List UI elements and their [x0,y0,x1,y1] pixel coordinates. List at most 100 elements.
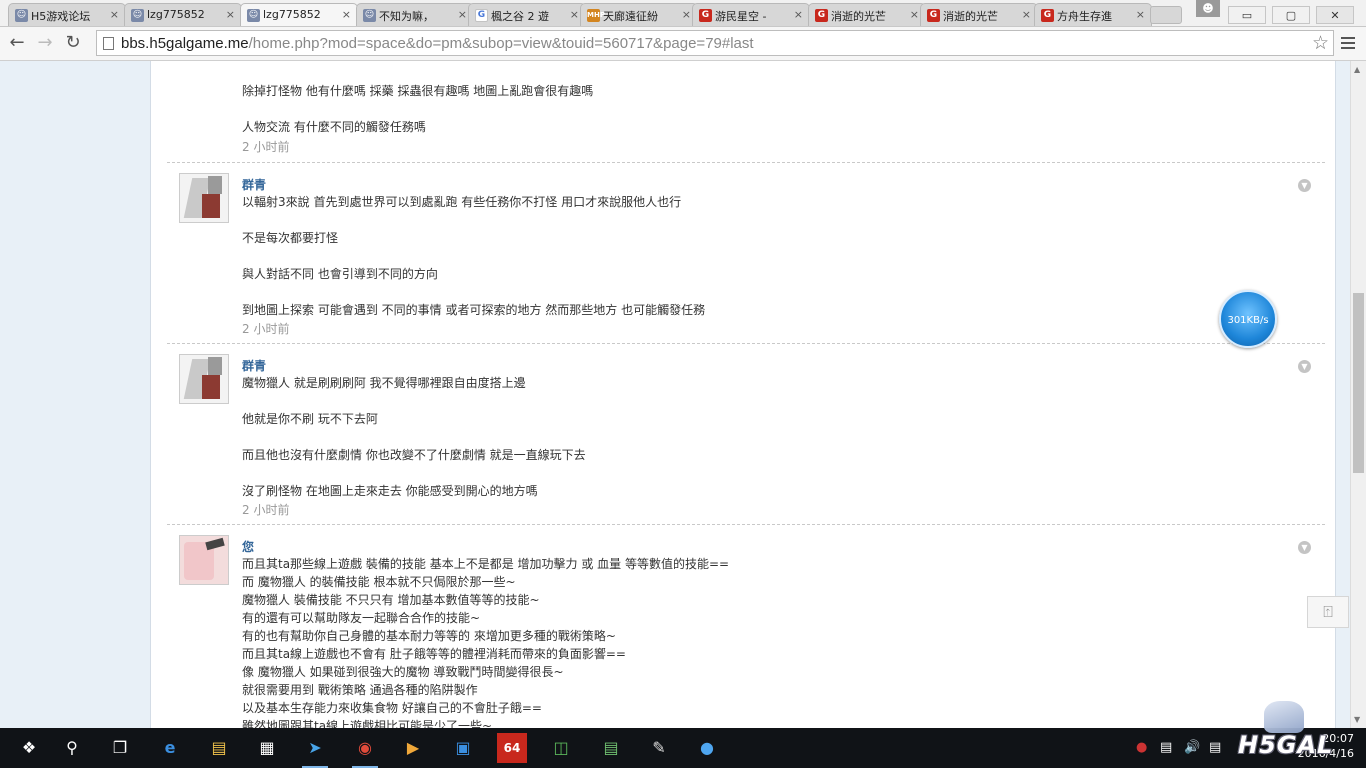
forward-arrow-icon[interactable]: → [34,33,56,53]
app-icon[interactable]: ● [692,733,722,763]
scroll-down-icon[interactable]: ▼ [1354,715,1360,724]
tab-title: 楓之谷 2 遊 [491,10,549,23]
close-icon[interactable]: × [110,8,119,21]
avatar[interactable] [179,354,229,404]
tab-title: H5游戏论坛 [31,10,91,23]
browser-tab-strip: ☺ H5游戏论坛 × ☺ lzg775852 × ☺ lzg775852 × ☺ 不知为嘛， × G 楓之… [0,0,1366,27]
message-author[interactable]: 您 [242,538,254,555]
browser-tab[interactable]: G 消逝的光芒 × [808,3,926,26]
close-icon[interactable]: × [1136,8,1145,21]
close-icon[interactable]: × [1022,8,1031,21]
chevron-down-icon[interactable]: ▼ [1298,179,1311,192]
scroll-up-icon[interactable]: ▲ [1354,65,1360,74]
profile-icon[interactable]: ☻ [1196,0,1220,17]
browser-tab[interactable]: G 游民星空 - × [692,3,810,26]
app-icon[interactable]: ▣ [448,733,478,763]
avatar[interactable] [179,535,229,585]
google-icon: G [475,9,488,22]
file-explorer-icon[interactable]: ▤ [204,733,234,763]
gamersky-icon: G [699,9,712,22]
message-item: 您 ▼ 而且其ta那些線上遊戲 裝備的技能 基本上不是都是 增加功擊力 或 血量… [167,524,1325,728]
scrollbar-thumb[interactable] [1353,293,1364,473]
close-icon[interactable]: × [342,8,351,21]
browser-tab[interactable]: ☺ H5游戏论坛 × [8,3,126,26]
url-path: /home.php?mod=space&do=pm&subop=view&tou… [248,35,754,52]
search-icon[interactable]: ⚲ [57,733,87,763]
gamersky-icon: G [1041,9,1054,22]
restore-button[interactable]: ▢ [1272,6,1310,24]
message-line [242,100,1242,118]
tab-title: 消逝的光芒 [943,10,998,23]
message-time: 2 小时前 [242,140,290,154]
reload-icon[interactable]: ↻ [62,33,84,53]
message-line [242,211,1242,229]
message-line [242,247,1242,265]
avatar-icon: ☺ [15,9,28,22]
media-player-icon[interactable]: ▶ [398,733,428,763]
message-line [242,392,1242,410]
volume-icon[interactable]: 🔊 [1184,740,1200,755]
browser-toolbar: ← → ↻ bbs.h5galgame.me/home.php?mod=spac… [0,27,1366,61]
store-icon[interactable]: ▦ [252,733,282,763]
image-app-icon[interactable]: ▤ [596,733,626,763]
chrome-menu-icon[interactable] [1340,34,1356,52]
chrome-icon[interactable]: ◉ [350,733,380,768]
mascot-image [1264,701,1304,733]
minimize-button[interactable]: ▭ [1228,6,1266,24]
books-icon[interactable]: ◫ [546,733,576,763]
back-to-top-button[interactable]: ⍐ [1307,596,1349,628]
browser-tab[interactable]: MHP 天廊遠征紛 × [580,3,698,26]
task-view-icon[interactable]: ❐ [105,733,135,763]
close-icon[interactable]: × [458,8,467,21]
message-line: 到地圖上探索 可能會遇到 不同的事情 或者可探索的地方 然而那些地方 也可能觸發… [242,303,706,317]
close-icon[interactable]: × [682,8,691,21]
message-line: 有的還有可以幫助隊友一起聯合合作的技能~ [242,611,481,625]
gamersky-icon: G [815,9,828,22]
bookmark-star-icon[interactable]: ☆ [1312,32,1329,54]
mhp-icon: MHP [587,9,605,22]
avatar[interactable] [179,173,229,223]
message-body: 以輻射3來說 首先到處世界可以到處亂跑 有些任務你不打怪 用口才來說服他人也行 … [242,193,1242,319]
browser-tab[interactable]: G 楓之谷 2 遊 × [468,3,586,26]
browser-tab[interactable]: G 方舟生存進 × [1034,3,1152,26]
avatar-icon: ☺ [131,9,144,22]
start-windows-icon[interactable]: ❖ [14,733,44,763]
message-line: 不是每次都要打怪 [242,231,339,245]
message-author[interactable]: 群青 [242,176,266,193]
address-bar[interactable]: bbs.h5galgame.me/home.php?mod=space&do=p… [96,30,1334,56]
close-icon[interactable]: × [570,8,579,21]
back-arrow-icon[interactable]: ← [6,33,28,53]
network-speed-widget[interactable]: 301KB/s [1219,290,1277,348]
new-tab-button[interactable] [1150,6,1182,24]
message-line: 而且他也沒有什麼劇情 你也改變不了什麼劇情 就是一直線玩下去 [242,448,586,462]
tab-title: 消逝的光芒 [831,10,886,23]
app-icon[interactable]: ➤ [300,733,330,768]
tab-title: lzg775852 [147,8,205,21]
chevron-down-icon[interactable]: ▼ [1298,360,1311,373]
message-author[interactable]: 群青 [242,357,266,374]
close-icon[interactable]: × [910,8,919,21]
tray-app-icon[interactable]: ● [1136,740,1147,755]
tab-title: 天廊遠征紛 [603,10,658,23]
network-icon[interactable]: ▤ [1160,740,1172,755]
tab-title: 游民星空 - [715,10,767,23]
close-icon[interactable]: × [794,8,803,21]
browser-tab[interactable]: ☺ lzg775852 × [240,3,358,26]
editor-icon[interactable]: ✎ [644,733,674,763]
page-scrollbar[interactable]: ▲ ▼ [1350,61,1366,728]
url-host: bbs.h5galgame.me [121,35,249,52]
notifications-icon[interactable]: ▤ [1209,740,1221,755]
message-line: 以輻射3來說 首先到處世界可以到處亂跑 有些任務你不打怪 用口才來說服他人也行 [242,195,682,209]
message-body: 除掉打怪物 他有什麼嗎 採藥 採蟲很有趣嗎 地圖上亂跑會很有趣嗎 人物交流 有什… [242,82,1242,136]
app-64-icon[interactable]: 64 [497,733,527,763]
close-icon[interactable]: × [226,8,235,21]
chevron-down-icon[interactable]: ▼ [1298,541,1311,554]
browser-tab[interactable]: G 消逝的光芒 × [920,3,1038,26]
message-time: 2 小时前 [242,503,290,517]
message-line: 而且其ta那些線上遊戲 裝備的技能 基本上不是都是 增加功擊力 或 血量 等等數… [242,557,730,571]
url-text[interactable]: bbs.h5galgame.me/home.php?mod=space&do=p… [121,35,754,52]
browser-tab[interactable]: ☺ lzg775852 × [124,3,242,26]
close-window-button[interactable]: ✕ [1316,6,1354,24]
edge-icon[interactable]: e [155,733,185,763]
browser-tab[interactable]: ☺ 不知为嘛， × [356,3,474,26]
